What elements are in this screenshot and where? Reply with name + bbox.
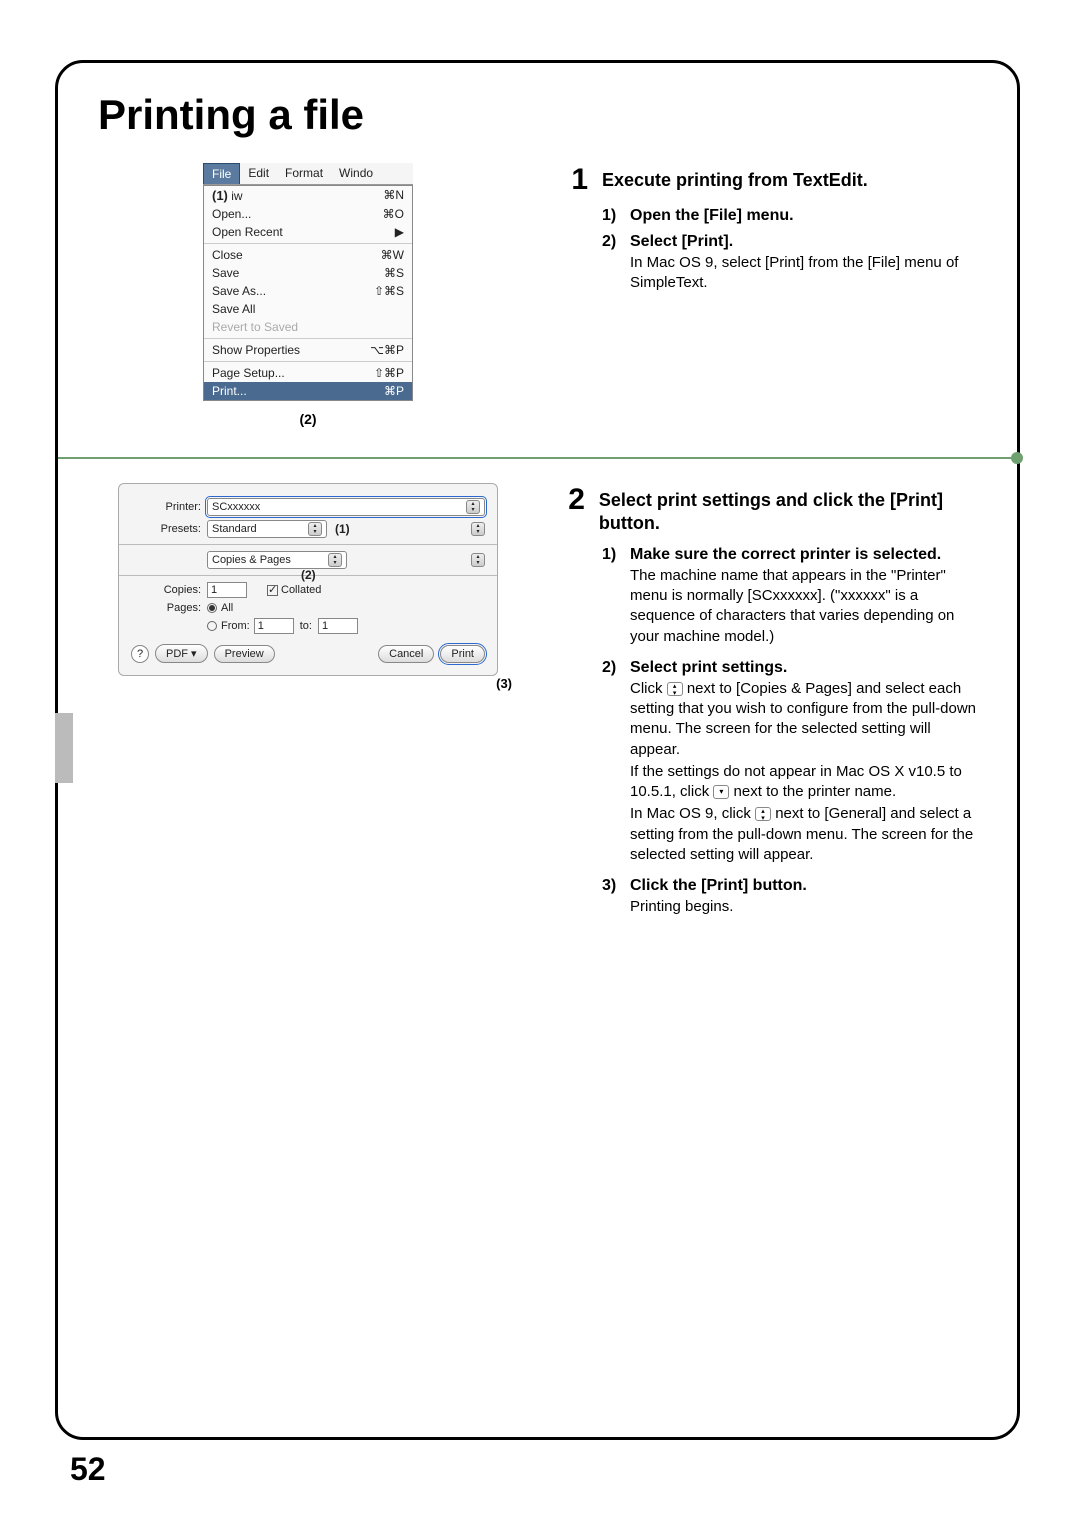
file-menu: File Edit Format Windo (1) iw ⌘N Open...… xyxy=(203,163,413,401)
to-label: to: xyxy=(300,620,312,632)
menu-row-save[interactable]: Save⌘S xyxy=(204,264,412,282)
printer-select[interactable]: SCxxxxxx ▴▾ xyxy=(207,498,485,516)
stepper-icon[interactable]: ▴▾ xyxy=(471,522,485,536)
collated-label: Collated xyxy=(281,584,321,596)
copies-label: Copies: xyxy=(131,584,201,596)
menu-row-open-recent[interactable]: Open Recent▶ xyxy=(204,223,412,241)
menu-body: (1) iw ⌘N Open...⌘O Open Recent▶ Close⌘W… xyxy=(203,185,413,401)
step2-sub1-num: 1) xyxy=(602,546,630,564)
step2-sub3-num: 3) xyxy=(602,877,630,895)
menu-row-show-properties[interactable]: Show Properties⌥⌘P xyxy=(204,341,412,359)
section-2: Printer: SCxxxxxx ▴▾ Presets: Standard ▴… xyxy=(98,483,977,917)
from-label: From: xyxy=(221,620,250,632)
pages-label: Pages: xyxy=(131,602,201,614)
step2-sub2-body-b: If the settings do not appear in Mac OS … xyxy=(630,762,977,803)
callout-1-inline: (1) xyxy=(212,188,228,203)
step2-heading: Select print settings and click the [Pri… xyxy=(599,483,977,536)
menu-separator xyxy=(204,361,412,362)
step2-number: 2 xyxy=(548,483,585,536)
step1-text: 1 Execute printing from TextEdit. 1) Ope… xyxy=(548,163,977,427)
step1-sub1-head: Open the [File] menu. xyxy=(630,207,794,225)
step2-sub1-head: Make sure the correct printer is selecte… xyxy=(630,546,941,564)
help-button[interactable]: ? xyxy=(131,645,149,663)
preview-button[interactable]: Preview xyxy=(214,645,275,663)
step2-text: 2 Select print settings and click the [P… xyxy=(548,483,977,917)
side-tab xyxy=(55,713,73,783)
copies-input[interactable]: 1 xyxy=(207,582,247,598)
section-select[interactable]: Copies & Pages ▴▾ xyxy=(207,551,347,569)
from-input[interactable]: 1 xyxy=(254,618,294,634)
printer-label: Printer: xyxy=(131,501,201,513)
annot-2: (2) xyxy=(301,568,316,582)
cancel-button[interactable]: Cancel xyxy=(378,645,434,663)
figure-file-menu: File Edit Format Windo (1) iw ⌘N Open...… xyxy=(98,163,518,427)
print-button[interactable]: Print xyxy=(440,645,485,663)
step1-sub2-num: 2) xyxy=(602,233,630,251)
step1-heading: Execute printing from TextEdit. xyxy=(602,163,868,197)
step2-sub2-head: Select print settings. xyxy=(630,659,787,677)
figure-print-dialog: Printer: SCxxxxxx ▴▾ Presets: Standard ▴… xyxy=(98,483,518,917)
step2-sub2-body-c: In Mac OS 9, click ▴▾ next to [General] … xyxy=(630,804,977,865)
dropdown-icon: ▾ xyxy=(713,785,729,799)
annot-3: (3) xyxy=(98,676,518,691)
step1-number: 1 xyxy=(548,163,588,197)
menubar: File Edit Format Windo xyxy=(203,163,413,185)
menu-row-close[interactable]: Close⌘W xyxy=(204,246,412,264)
menu-row-page-setup[interactable]: Page Setup...⇧⌘P xyxy=(204,364,412,382)
menu-file[interactable]: File xyxy=(203,163,240,184)
annot-1: (1) xyxy=(335,522,350,536)
step1-sub1-num: 1) xyxy=(602,207,630,225)
updown-icon: ▴▾ xyxy=(755,807,771,821)
collated-checkbox[interactable] xyxy=(267,585,278,596)
menu-row-open[interactable]: Open...⌘O xyxy=(204,205,412,223)
menu-separator xyxy=(204,338,412,339)
page-title: Printing a file xyxy=(98,91,977,139)
section-1: File Edit Format Windo (1) iw ⌘N Open...… xyxy=(98,163,977,427)
pages-all-radio[interactable] xyxy=(207,603,217,613)
menu-edit[interactable]: Edit xyxy=(240,163,277,184)
step2-sub2-body-a: Click ▴▾ next to [Copies & Pages] and se… xyxy=(630,679,977,760)
menu-row-print[interactable]: Print...⌘P xyxy=(204,382,412,400)
presets-select[interactable]: Standard ▴▾ xyxy=(207,520,327,538)
print-dialog: Printer: SCxxxxxx ▴▾ Presets: Standard ▴… xyxy=(118,483,498,676)
pages-all-label: All xyxy=(221,602,233,614)
pages-from-radio[interactable] xyxy=(207,621,217,631)
menu-window[interactable]: Windo xyxy=(331,163,381,184)
step2-sub3-body: Printing begins. xyxy=(630,897,977,917)
menu-row-revert: Revert to Saved xyxy=(204,318,412,336)
step1-note: In Mac OS 9, select [Print] from the [Fi… xyxy=(630,253,977,294)
section-divider xyxy=(58,457,1017,459)
stepper-icon: ▴▾ xyxy=(466,500,480,514)
page-number: 52 xyxy=(70,1451,106,1488)
menu-row-save-as[interactable]: Save As...⇧⌘S xyxy=(204,282,412,300)
menu-separator xyxy=(204,243,412,244)
menu-row-new[interactable]: (1) iw ⌘N xyxy=(204,186,412,205)
step2-sub1-body: The machine name that appears in the "Pr… xyxy=(630,566,977,647)
pdf-button[interactable]: PDF ▾ xyxy=(155,644,208,663)
stepper-icon: ▴▾ xyxy=(328,553,342,567)
menu-row-save-all[interactable]: Save All xyxy=(204,300,412,318)
presets-label: Presets: xyxy=(131,523,201,535)
updown-icon: ▴▾ xyxy=(667,682,683,696)
stepper-icon[interactable]: ▴▾ xyxy=(471,553,485,567)
stepper-icon: ▴▾ xyxy=(308,522,322,536)
menu-format[interactable]: Format xyxy=(277,163,331,184)
callout-2: (2) xyxy=(98,411,518,427)
dialog-separator xyxy=(119,544,497,545)
step2-sub3-head: Click the [Print] button. xyxy=(630,877,807,895)
to-input[interactable]: 1 xyxy=(318,618,358,634)
step1-sub2-head: Select [Print]. xyxy=(630,233,733,251)
step2-sub2-num: 2) xyxy=(602,659,630,677)
page-frame: Printing a file File Edit Format Windo (… xyxy=(55,60,1020,1440)
